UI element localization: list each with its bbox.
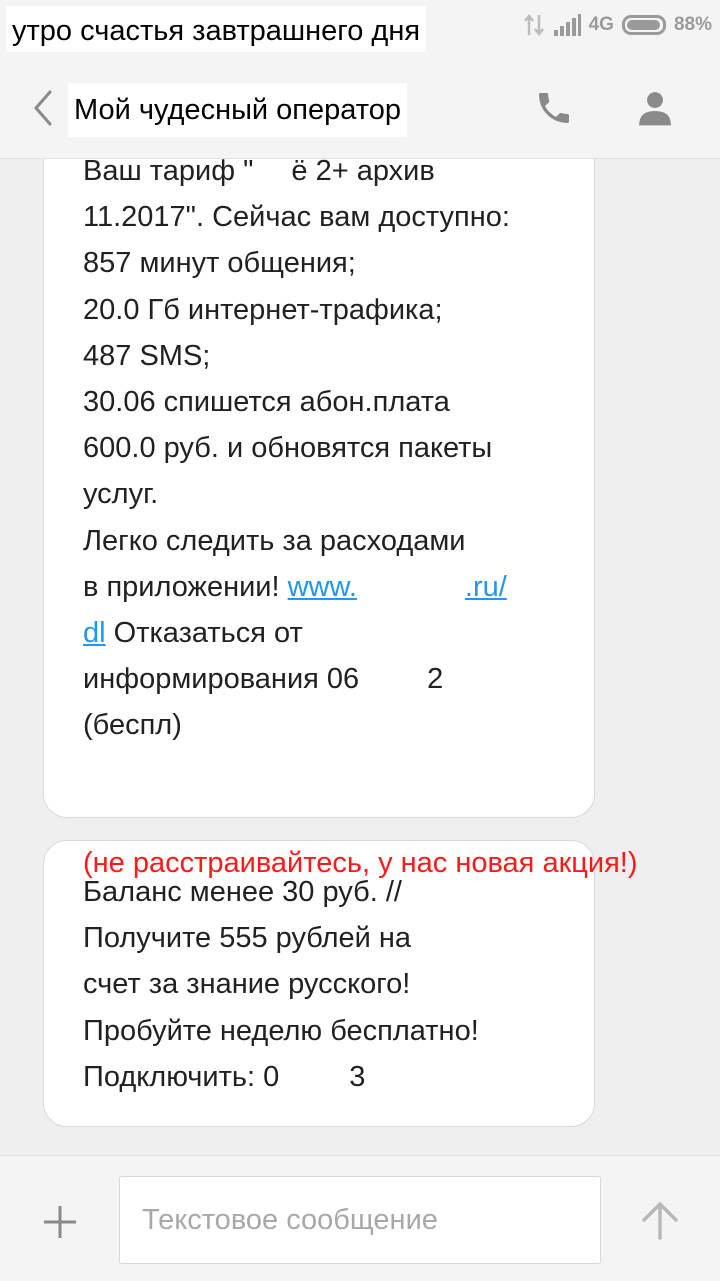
message-line: 487 SMS; xyxy=(83,339,211,372)
app-link-cont[interactable]: dl xyxy=(83,617,106,649)
message-line: 3 xyxy=(349,1060,366,1093)
redaction-mark xyxy=(359,661,428,700)
message-line: Отказаться от xyxy=(105,616,303,649)
status-icons: 4G 88% xyxy=(523,10,712,40)
message-line: 11.2017". Сейчас вам доступно: xyxy=(83,201,510,234)
message-line: информирования 06 xyxy=(83,663,360,696)
plus-icon[interactable] xyxy=(42,1204,78,1240)
redaction-mark xyxy=(356,571,465,606)
message-line: ё 2+ архив xyxy=(291,159,435,187)
network-type: 4G xyxy=(588,14,614,35)
message-line: Подключить: 0 xyxy=(83,1060,280,1093)
message-text: Ваш тариф " ё 2+ архив 11.2017". Сейчас в… xyxy=(83,159,603,748)
redaction-mark xyxy=(279,1059,350,1098)
data-transfer-icon xyxy=(523,13,544,37)
signal-icon xyxy=(553,14,581,36)
message-line: счет за знание русского! xyxy=(83,968,411,1001)
message-line: 857 минут общения; xyxy=(83,247,356,280)
message-line: Легко следить за расходами xyxy=(83,524,466,557)
message-line: 30.06 спишется абон.плата xyxy=(83,385,450,418)
status-bar: утро счастья завтрашнего дня 4G 88% xyxy=(0,0,720,58)
conversation-header: Мой чудесный оператор xyxy=(0,58,720,159)
message-line: (беспл) xyxy=(83,709,182,742)
battery-percent: 88% xyxy=(673,14,712,35)
redaction-mark xyxy=(253,159,292,192)
message-line: 20.0 Гб интернет-трафика; xyxy=(83,293,443,326)
composer xyxy=(0,1155,720,1281)
message-line: в приложении! xyxy=(83,570,288,603)
conversation-title: Мой чудесный оператор xyxy=(68,83,407,137)
battery-icon xyxy=(621,15,666,35)
app-link[interactable]: www. .ru/ xyxy=(288,571,507,606)
message-list[interactable]: Ваш тариф " ё 2+ архив 11.2017". Сейчас в… xyxy=(0,159,720,1154)
meme-caption: утро счастья завтрашнего дня xyxy=(6,6,427,52)
message-text: Баланс менее 30 руб. // Получите 555 руб… xyxy=(83,869,603,1100)
message-line: 2 xyxy=(427,663,444,696)
phone-icon[interactable] xyxy=(534,88,574,128)
back-icon[interactable] xyxy=(26,88,60,128)
message-line: Баланс менее 30 руб. // xyxy=(83,876,402,908)
message-line: Ваш тариф " xyxy=(83,159,254,187)
send-arrow-icon[interactable] xyxy=(640,1200,680,1240)
message-line: услуг. xyxy=(83,478,159,511)
message-input[interactable] xyxy=(119,1176,601,1264)
contact-icon[interactable] xyxy=(636,88,674,128)
message-line: Пробуйте неделю бесплатно! xyxy=(83,1014,479,1047)
message-line: 600.0 руб. и обновятся пакеты xyxy=(83,432,493,465)
message-line: Получите 555 рублей на xyxy=(83,922,412,955)
